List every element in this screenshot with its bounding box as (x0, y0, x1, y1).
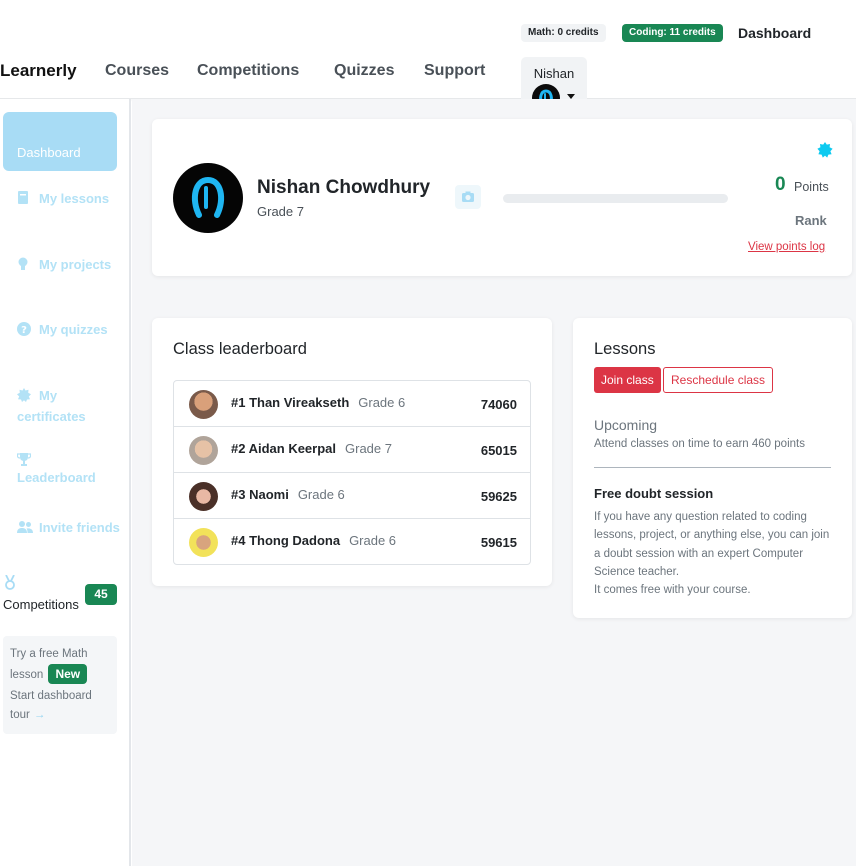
profile-name: Nishan Chowdhury (257, 177, 431, 198)
user-name: Nishan (533, 66, 575, 81)
view-points-log-link[interactable]: View points log (748, 241, 825, 253)
class-leaderboard-card: Class leaderboard #1 Than Vireakseth Grad… (152, 318, 552, 586)
math-credits-badge[interactable]: Math: 0 credits (521, 24, 606, 42)
book-icon (17, 190, 32, 204)
leader-rank-name: #2 Aidan Keerpal (231, 441, 337, 456)
table-row[interactable]: #1 Than Vireakseth Grade 6 74060 (174, 381, 530, 427)
sidebar: Dashboard My lessons My projects ? My qu… (0, 99, 131, 866)
leader-grade: Grade 6 (349, 533, 397, 548)
tour-text: Start dashboard tour (10, 690, 92, 721)
try-free-lesson-link[interactable]: Try a free Math lesson New (10, 645, 110, 685)
badge-icon[interactable] (817, 142, 833, 163)
leader-name: #1 Than Vireakseth Grade 6 (231, 395, 405, 410)
nav-quizzes[interactable]: Quizzes (334, 62, 394, 80)
doubt-session-title: Free doubt session (594, 486, 714, 501)
nav-courses[interactable]: Courses (105, 62, 169, 80)
avatar (189, 528, 218, 557)
lightbulb-icon (17, 256, 32, 270)
avatar (189, 390, 218, 419)
coding-credits-badge[interactable]: Coding: 11 credits (622, 24, 723, 42)
sidebar-item-label: My projects (39, 257, 112, 272)
sidebar-item-label: Leaderboard (17, 470, 96, 485)
avatar (189, 482, 218, 511)
dashboard-link[interactable]: Dashboard (738, 25, 811, 41)
page: Math: 0 credits Coding: 11 credits Dashb… (0, 0, 856, 866)
leaderboard-title: Class leaderboard (173, 340, 307, 358)
divider (594, 467, 831, 468)
leader-rank-name: #3 Naomi (231, 487, 289, 502)
leader-name: #2 Aidan Keerpal Grade 7 (231, 441, 392, 456)
sidebar-item-my-lessons[interactable]: My lessons (17, 188, 127, 209)
sidebar-item-competitions[interactable]: Competitions (3, 597, 79, 612)
attend-info-text: Attend classes on time to earn 460 point… (594, 438, 805, 450)
leader-name: #4 Thong Dadona Grade 6 (231, 533, 396, 548)
leader-grade: Grade 7 (345, 441, 392, 456)
table-row[interactable]: #2 Aidan Keerpal Grade 7 65015 (174, 427, 530, 473)
free-lesson-box: Try a free Math lesson New Start dashboa… (3, 636, 117, 734)
arrow-right-icon: → (33, 709, 46, 721)
profile-avatar[interactable] (173, 163, 243, 233)
certificate-icon (17, 387, 32, 402)
new-badge: New (48, 664, 88, 684)
upcoming-heading: Upcoming (594, 417, 658, 433)
sidebar-item-invite-friends[interactable]: Invite friends (17, 517, 127, 538)
top-navbar: Math: 0 credits Coding: 11 credits Dashb… (0, 0, 856, 114)
sidebar-item-dashboard[interactable]: Dashboard (3, 112, 117, 171)
avatar (189, 436, 218, 465)
leader-name: #3 Naomi Grade 6 (231, 487, 345, 502)
sidebar-item-label: Invite friends (39, 520, 120, 535)
sidebar-item-my-projects[interactable]: My projects (17, 254, 127, 275)
leader-score: 59625 (480, 489, 517, 504)
dashboard-tour-link[interactable]: Start dashboard tour → (10, 687, 110, 725)
nav-competitions[interactable]: Competitions (197, 62, 299, 80)
leader-rank-name: #1 Than Vireakseth (231, 395, 350, 410)
avatar-logo-icon (191, 176, 225, 218)
trophy-icon (16, 451, 32, 466)
sidebar-item-label: My lessons (39, 191, 110, 206)
leader-score: 65015 (480, 443, 517, 458)
profile-card: Nishan Chowdhury Grade 7 0 Points Rank V… (152, 119, 852, 276)
join-class-button[interactable]: Join class (594, 367, 661, 393)
table-row[interactable]: #3 Naomi Grade 6 59625 (174, 473, 530, 519)
leader-grade: Grade 6 (358, 395, 406, 410)
rank-label: Rank (795, 213, 827, 228)
reschedule-class-button[interactable]: Reschedule class (663, 367, 774, 393)
sidebar-item-leaderboard[interactable]: Leaderboard (16, 451, 127, 488)
leaderboard-table: #1 Than Vireakseth Grade 6 74060 #2 Aidan… (173, 380, 531, 565)
profile-grade: Grade 7 (257, 204, 304, 219)
medal-icon (4, 574, 16, 593)
sidebar-item-label: My quizzes (39, 322, 108, 337)
brand-logo[interactable]: Learnerly (0, 61, 77, 81)
points-value: 0 (775, 174, 786, 195)
doubt-session-footer: It comes free with your course. (594, 584, 751, 597)
svg-text:?: ? (21, 325, 27, 336)
points-progress-bar (503, 194, 728, 203)
sidebar-item-my-quizzes[interactable]: ? My quizzes (17, 319, 127, 340)
question-icon: ? (17, 321, 32, 336)
leader-score: 74060 (480, 397, 517, 412)
sidebar-item-my-certificates[interactable]: My certificates (17, 385, 127, 427)
main-content: Nishan Chowdhury Grade 7 0 Points Rank V… (132, 99, 856, 866)
camera-icon[interactable] (455, 185, 481, 209)
lessons-title: Lessons (594, 340, 656, 358)
leader-grade: Grade 6 (297, 487, 345, 502)
table-row[interactable]: #4 Thong Dadona Grade 6 59615 (174, 519, 530, 564)
people-icon (17, 519, 33, 533)
nav-support[interactable]: Support (424, 62, 485, 80)
points-label: Points (794, 180, 829, 194)
lessons-card: Lessons Join class Reschedule class Upco… (573, 318, 852, 618)
competitions-count-badge: 45 (85, 584, 117, 605)
doubt-session-text: If you have any question related to codi… (594, 511, 830, 578)
leader-score: 59615 (480, 535, 517, 550)
doubt-session-body: If you have any question related to codi… (594, 508, 834, 599)
leader-rank-name: #4 Thong Dadona (231, 533, 341, 548)
